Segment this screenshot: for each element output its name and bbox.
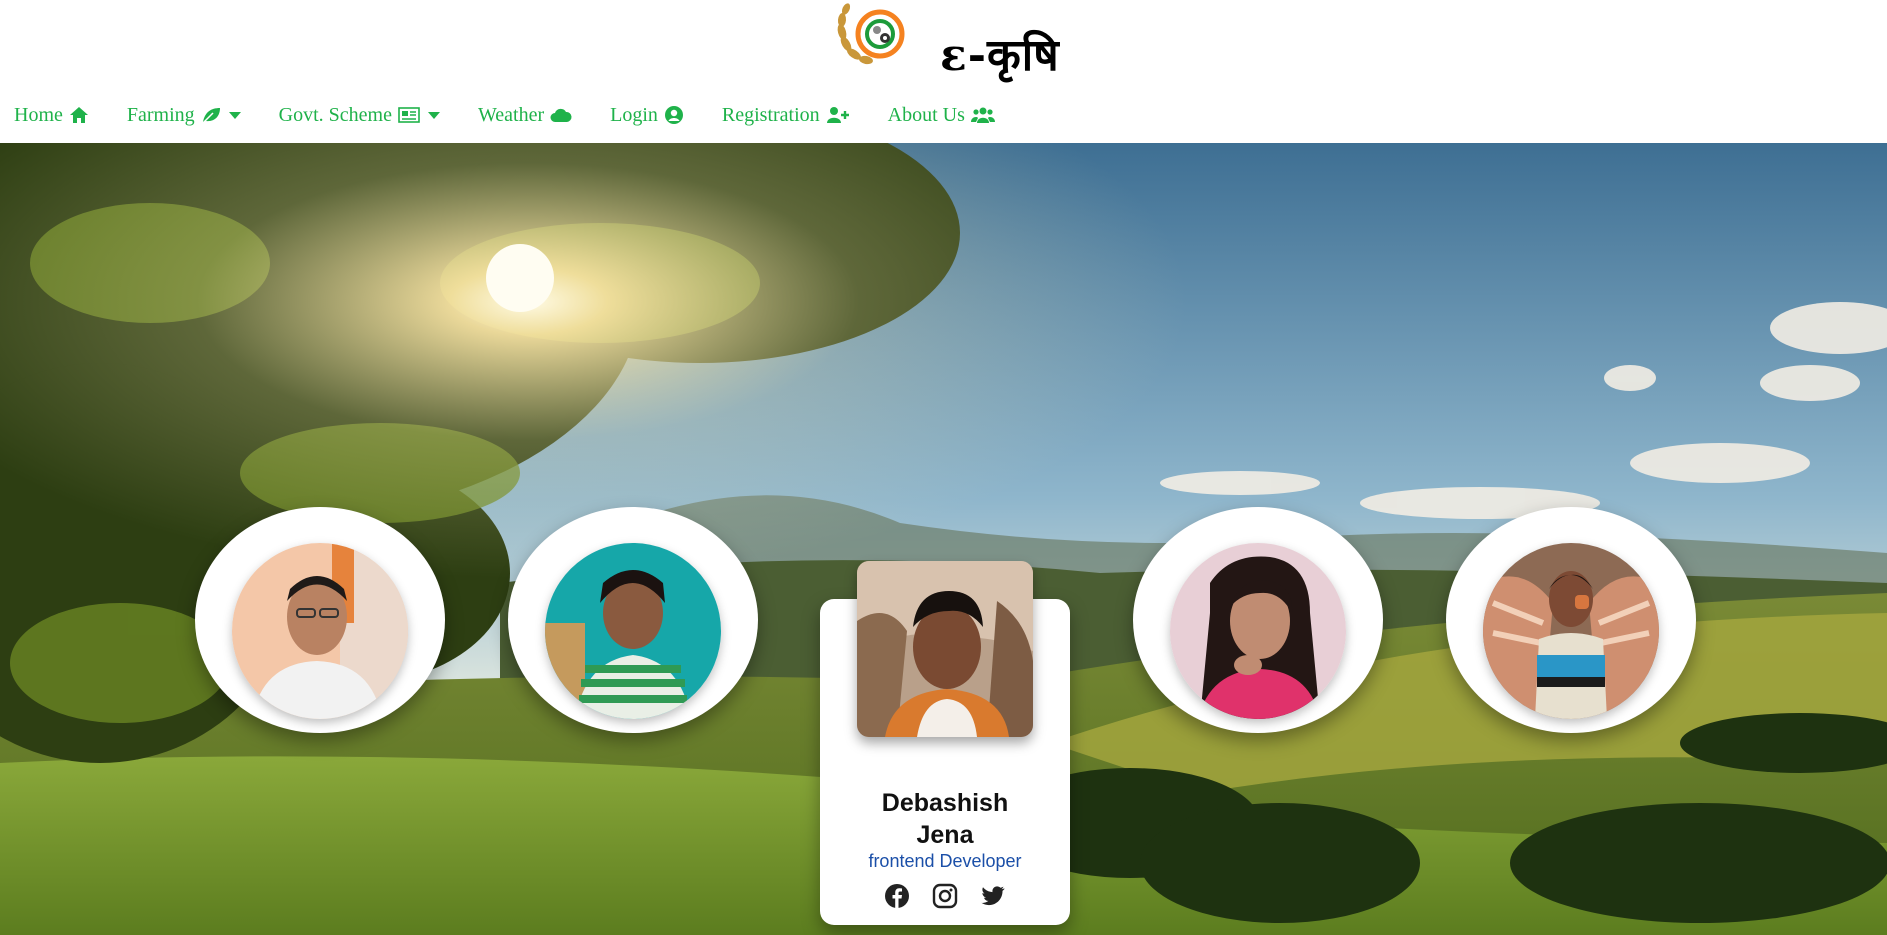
site-header: ε-कृषि Home Farming Govt. Scheme Weather (0, 0, 1887, 143)
user-circle-icon (664, 105, 684, 125)
member-name: Debashish Jena (881, 789, 1009, 849)
chevron-down-icon (228, 111, 241, 119)
nav-about-us[interactable]: About Us (888, 104, 995, 127)
users-icon (970, 106, 995, 124)
nav-farming[interactable]: Farming (127, 104, 241, 127)
cloud-icon (550, 107, 572, 123)
twitter-icon[interactable] (980, 883, 1006, 909)
nav-login[interactable]: Login (610, 104, 684, 127)
team-member-card[interactable] (1446, 507, 1696, 733)
avatar[interactable] (857, 561, 1033, 737)
brand-title: ε-कृषि (940, 30, 1060, 81)
chevron-down-icon (427, 111, 440, 119)
nav-label-govt-scheme: Govt. Scheme (278, 103, 392, 126)
nav-home[interactable]: Home (14, 104, 89, 127)
user-plus-icon (826, 106, 850, 124)
team-member-card[interactable] (508, 507, 758, 733)
nav-govt-scheme[interactable]: Govt. Scheme (279, 104, 440, 127)
member-role: frontend Developer (868, 851, 1022, 871)
nav-label-home: Home (14, 103, 63, 126)
nav-label-farming: Farming (126, 103, 195, 126)
avatar (1170, 543, 1346, 719)
featured-member-card: Debashish Jena frontend Developer (820, 561, 1070, 925)
main-nav: Home Farming Govt. Scheme Weather Login … (14, 100, 1033, 130)
facebook-icon[interactable] (884, 883, 910, 909)
instagram-icon[interactable] (932, 883, 958, 909)
team-member-card[interactable] (1133, 507, 1383, 733)
leaf-icon (201, 106, 221, 124)
avatar (232, 543, 408, 719)
ekrishi-logo[interactable] (832, 0, 910, 70)
home-icon (69, 106, 89, 124)
nav-registration[interactable]: Registration (722, 104, 850, 127)
nav-label-weather: Weather (477, 103, 545, 126)
newspaper-icon (398, 107, 420, 123)
nav-label-registration: Registration (721, 103, 820, 126)
social-links (820, 883, 1070, 909)
nav-weather[interactable]: Weather (478, 104, 572, 127)
nav-label-about-us: About Us (887, 103, 965, 126)
hero-section: Debashish Jena frontend Developer (0, 143, 1887, 935)
avatar (545, 543, 721, 719)
avatar (1483, 543, 1659, 719)
nav-label-login: Login (610, 103, 658, 126)
team-member-card[interactable] (195, 507, 445, 733)
